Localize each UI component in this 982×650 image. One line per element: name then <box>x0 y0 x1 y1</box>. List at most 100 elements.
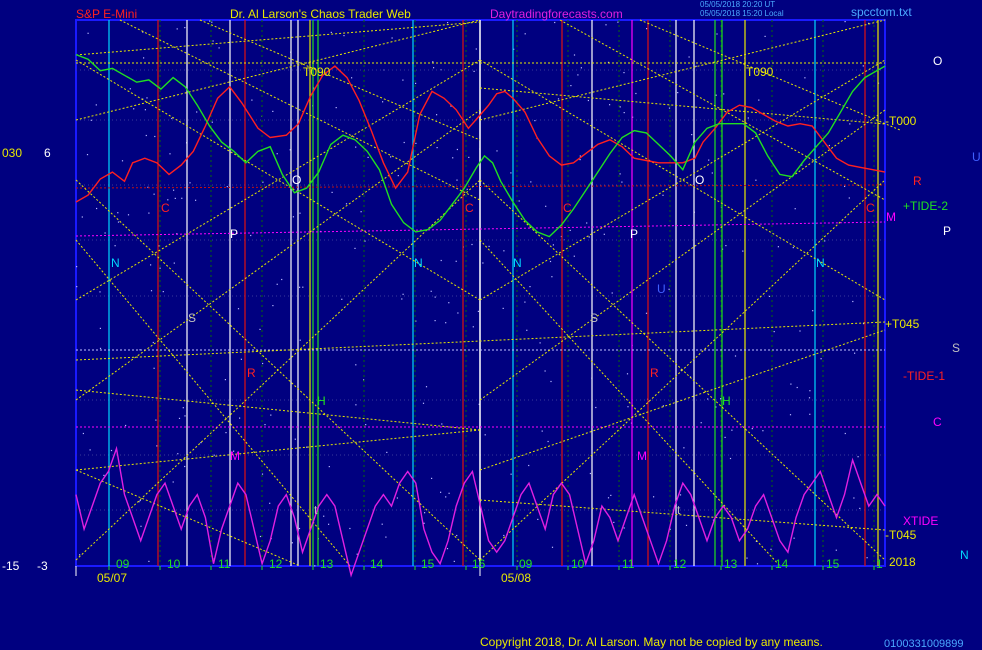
speckle <box>298 527 301 530</box>
mark-h: H <box>722 394 731 408</box>
speckle <box>456 534 458 537</box>
speckle <box>448 492 450 494</box>
speckle <box>292 216 294 218</box>
speckle <box>104 232 106 234</box>
speckle <box>770 548 772 550</box>
speckle <box>472 326 474 328</box>
speckle <box>503 250 505 252</box>
speckle <box>239 417 241 419</box>
speckle <box>140 525 142 527</box>
speckle <box>114 245 116 247</box>
hour-label: 09 <box>116 557 130 571</box>
speckle <box>547 440 549 443</box>
speckle <box>691 134 693 136</box>
speckle <box>299 212 301 214</box>
site-link[interactable]: Daytradingforecasts.com <box>490 8 623 20</box>
speckle <box>496 150 498 152</box>
speckle <box>609 104 611 106</box>
right-label-n: N <box>960 548 969 562</box>
speckle <box>355 364 357 366</box>
speckle <box>577 74 579 76</box>
speckle <box>143 57 145 59</box>
speckle <box>95 104 97 106</box>
speckle <box>390 156 392 158</box>
speckle <box>456 179 458 181</box>
right-label-s: S <box>952 341 961 355</box>
hour-label: 1 <box>876 557 883 571</box>
speckle <box>291 542 293 544</box>
speckle <box>473 70 475 72</box>
speckle <box>488 245 490 247</box>
speckle <box>742 250 744 252</box>
instrument-title: S&P E-Mini <box>76 7 138 21</box>
speckle <box>430 290 432 292</box>
speckle <box>586 222 588 224</box>
speckle <box>281 278 283 281</box>
speckle <box>171 117 173 120</box>
speckle <box>250 234 252 237</box>
speckle <box>240 358 242 360</box>
speckle <box>440 491 442 493</box>
speckle <box>86 154 89 156</box>
speckle <box>360 211 362 213</box>
speckle <box>457 312 459 314</box>
speckle <box>653 496 655 498</box>
speckle <box>605 24 607 26</box>
speckle <box>569 229 571 231</box>
speckle <box>503 534 505 537</box>
speckle <box>335 107 337 109</box>
speckle <box>762 430 764 432</box>
speckle <box>866 557 868 559</box>
speckle <box>552 244 554 246</box>
speckle <box>343 35 345 37</box>
speckle <box>150 264 152 266</box>
copyright-text: Copyright 2018, Dr. Al Larson. May not b… <box>480 635 823 649</box>
hour-label: 10 <box>167 557 181 571</box>
speckle <box>269 502 271 504</box>
speckle <box>445 496 447 498</box>
speckle <box>471 243 473 246</box>
speckle <box>589 472 591 475</box>
speckle <box>773 331 775 333</box>
hour-label: 11 <box>622 557 635 571</box>
speckle <box>403 141 405 144</box>
speckle <box>537 518 539 520</box>
speckle <box>184 27 186 29</box>
speckle <box>328 466 330 468</box>
speckle <box>623 527 625 529</box>
mark-c: C <box>161 201 170 215</box>
speckle <box>580 67 582 69</box>
speckle <box>541 430 543 432</box>
speckle <box>627 406 629 408</box>
speckle <box>518 200 520 202</box>
speckle <box>382 101 384 103</box>
speckle <box>251 99 253 101</box>
speckle <box>76 286 78 288</box>
speckle <box>551 276 553 278</box>
speckle <box>482 262 484 264</box>
speckle <box>386 451 388 453</box>
speckle <box>436 147 438 149</box>
speckle <box>81 216 83 218</box>
speckle <box>431 477 433 479</box>
right-label-xtide: XTIDE <box>903 514 939 528</box>
speckle <box>734 355 737 357</box>
speckle <box>110 449 113 452</box>
speckle <box>172 481 174 483</box>
speckle <box>218 47 220 49</box>
speckle <box>299 286 301 288</box>
right-label-p: P <box>943 224 952 238</box>
speckle <box>434 296 436 298</box>
mark-u: U <box>657 282 666 296</box>
left-axis-top-b: 6 <box>44 146 51 160</box>
speckle <box>526 329 528 331</box>
left-axis-bottom-b: -3 <box>37 559 48 573</box>
speckle <box>804 77 806 79</box>
speckle <box>755 179 757 181</box>
speckle <box>550 380 552 383</box>
speckle <box>777 246 779 248</box>
speckle <box>635 92 637 95</box>
speckle <box>433 67 435 69</box>
hour-label: 16 <box>472 557 486 571</box>
speckle <box>402 79 404 81</box>
